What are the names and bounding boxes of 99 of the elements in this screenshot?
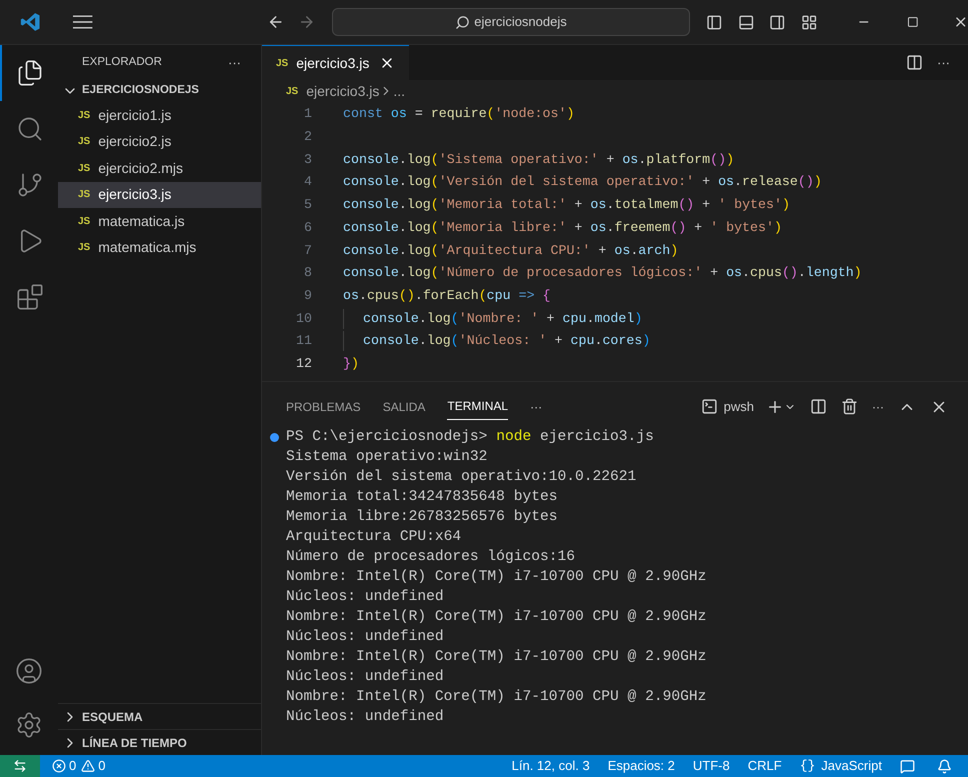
error-count[interactable]: 0 [69, 756, 76, 776]
file-item[interactable]: JS ejercicio2.js [58, 128, 261, 155]
terminal-line: Arquitectura CPU:x64 [285, 528, 462, 547]
terminal-line: Nombre: Intel(R) Core(TM) i7-10700 CPU @ 2.90GHz [285, 648, 708, 667]
code-line: const os = require('node:os') [343, 105, 574, 124]
panel-tab[interactable]: SALIDA [382, 394, 426, 420]
bell-icon[interactable] [937, 758, 952, 774]
branch-icon [16, 171, 44, 199]
terminal-line: PS C:\ejerciciosnodejs> node ejercicio3.js [286, 428, 654, 447]
js-file-icon: JS [78, 187, 90, 202]
error-icon[interactable] [52, 759, 66, 773]
panel-tab[interactable]: TERMINAL [447, 393, 508, 420]
line-number: 11 [295, 332, 312, 350]
code-line: }) [343, 354, 359, 373]
code-line: console.log('Versión del sistema operativo:' + os.release()) [343, 173, 822, 192]
line-number: 6 [303, 218, 312, 237]
trash-icon[interactable] [841, 398, 858, 415]
more-actions-button[interactable]: ··· [228, 52, 241, 72]
panel-tab[interactable]: PROBLEMAS [286, 394, 361, 420]
status-item[interactable]: Lín. 12, col. 3 [512, 756, 590, 776]
js-file-icon: JS [276, 56, 288, 70]
js-file-icon: JS [78, 214, 90, 229]
account-icon[interactable] [15, 657, 43, 685]
terminal-line: Sistema operativo:win32 [285, 448, 488, 467]
line-number: 12 [295, 354, 312, 373]
status-item[interactable]: UTF-8 [692, 756, 730, 776]
code-line: console.log('Número de procesadores lógicos:' + os.cpus().length) [343, 264, 862, 282]
code-line: os.cpus().forEach(cpu => { [343, 286, 551, 305]
code-line: console.log('Memoria libre:' + os.freemem() + ' bytes') [343, 218, 782, 237]
file-item[interactable]: JS matematica.mjs [58, 234, 261, 261]
js-file-icon: JS [78, 134, 90, 150]
line-number: 9 [303, 286, 312, 305]
status-item[interactable]: Espacios: 2 [608, 756, 675, 776]
js-file-icon: JS [78, 108, 90, 123]
terminal-icon [700, 398, 718, 415]
sidebar-toggle-icon[interactable] [706, 14, 723, 30]
js-file-icon: JS [286, 84, 298, 98]
code-line: console.log('Nombre: ' + cpu.model) [343, 308, 642, 328]
remote-icon [13, 759, 27, 773]
warning-count[interactable]: 0 [98, 756, 106, 776]
terminal-line: Memoria libre:26783256576 bytes [285, 508, 558, 527]
layout-icon[interactable] [800, 14, 818, 30]
code-line: console.log('Arquitectura CPU:' + os.arch) [343, 242, 678, 260]
code-line: console.log('Memoria total:' + os.totalmem() + ' bytes') [343, 196, 790, 214]
terminal-line: Nombre: Intel(R) Core(TM) i7-10700 CPU @ 2.90GHz [285, 688, 708, 707]
split-editor-icon[interactable] [906, 54, 923, 71]
settings-icon[interactable] [15, 711, 43, 739]
files-icon [16, 59, 44, 87]
feedback-icon[interactable] [900, 758, 915, 774]
line-number: 7 [303, 242, 312, 260]
warning-icon[interactable] [81, 759, 96, 773]
terminal-line: Memoria total:34247835648 bytes [285, 488, 558, 507]
terminal-line: Nombre: Intel(R) Core(TM) i7-10700 CPU @ 2.90GHz [285, 568, 708, 587]
more-actions-button[interactable]: ··· [872, 398, 884, 416]
line-number: 8 [303, 264, 312, 282]
search-icon [16, 115, 44, 143]
blocks-icon [16, 283, 44, 311]
line-number: 10 [295, 310, 312, 328]
line-number: 2 [303, 128, 312, 146]
shell-name[interactable]: pwsh [724, 396, 754, 416]
remote-button[interactable] [0, 755, 40, 777]
editor-tab[interactable]: JS ejercicio3.js [262, 45, 410, 80]
terminal-line: Nombre: Intel(R) Core(TM) i7-10700 CPU @ 2.90GHz [285, 608, 708, 627]
panel-toggle-icon[interactable] [738, 14, 754, 30]
code-line: console.log('Núcleos: ' + cpu.cores) [343, 331, 650, 352]
sidebar-title: EXPLORADOR [82, 54, 162, 70]
terminal-line: Versión del sistema operativo:10.0.22621 [285, 468, 638, 487]
terminal-line: Número de procesadores lógicos:16 [285, 548, 576, 567]
language-brace-icon: {} [800, 756, 816, 776]
code-line: console.log('Sistema operativo:' + os.platform()) [343, 150, 734, 169]
js-file-icon: JS [78, 240, 90, 256]
search-field[interactable]: ejerciciosnodejs [332, 8, 690, 36]
secondary-sidebar-icon[interactable] [769, 14, 786, 30]
breadcrumb-item[interactable]: ejercicio3.js [306, 80, 380, 102]
file-item[interactable]: JS ejercicio1.js [58, 102, 261, 128]
terminal-line: Núcleos: undefined [285, 628, 445, 647]
terminal-line: Núcleos: undefined [285, 668, 445, 687]
breadcrumb-item[interactable]: ... [393, 80, 406, 102]
section-header[interactable]: ESQUEMA [58, 703, 261, 729]
split-terminal-icon[interactable] [810, 398, 827, 415]
js-file-icon: JS [78, 160, 90, 176]
terminal-line: Núcleos: undefined [285, 588, 445, 607]
menu-icon[interactable] [73, 15, 93, 29]
search-icon [455, 14, 470, 30]
line-number: 3 [303, 150, 312, 169]
status-item[interactable]: CRLF [748, 756, 782, 776]
line-number: 1 [303, 105, 312, 124]
maximize-icon[interactable] [906, 16, 919, 28]
folder-row[interactable]: EJERCICIOSNODEJS [58, 80, 261, 102]
more-actions-button[interactable]: ··· [530, 398, 542, 416]
file-item[interactable]: JS matematica.js [58, 208, 261, 234]
terminal-line: Núcleos: undefined [285, 708, 445, 727]
line-number: 5 [303, 196, 312, 214]
file-item[interactable]: JS ejercicio2.mjs [58, 155, 261, 182]
app-logo-icon [20, 11, 42, 33]
line-number: 4 [303, 173, 312, 192]
more-actions-button[interactable]: ··· [937, 52, 950, 72]
language-mode[interactable]: JavaScript [821, 756, 882, 776]
file-item[interactable]: JS ejercicio3.js [58, 182, 261, 208]
